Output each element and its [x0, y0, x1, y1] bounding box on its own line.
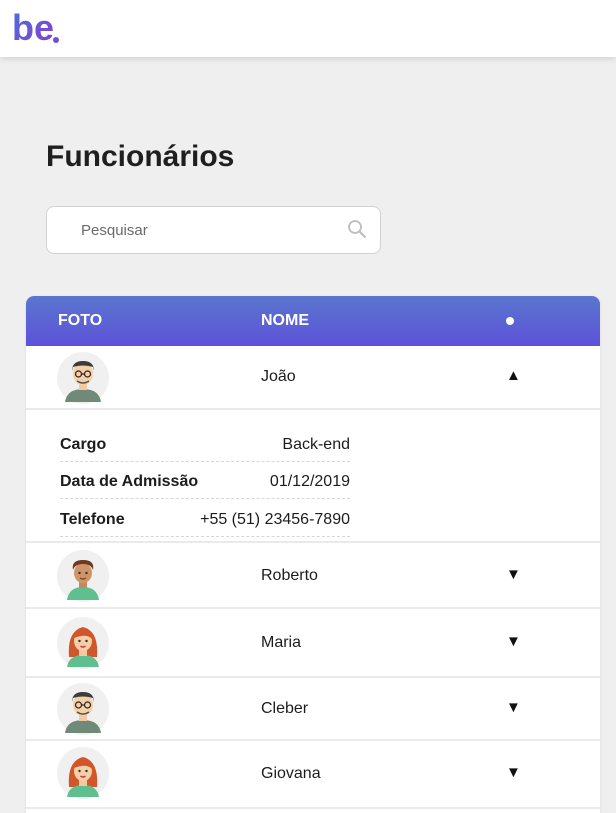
svg-text:be: be: [12, 7, 54, 48]
expand-toggle-icon[interactable]: ▼: [506, 566, 521, 583]
be-logo[interactable]: be: [12, 6, 62, 48]
column-header-nome: NOME: [261, 312, 309, 329]
expand-toggle-icon[interactable]: ▼: [506, 633, 521, 650]
table-row[interactable]: João ▲: [26, 346, 600, 410]
search-box: [46, 206, 381, 254]
detail-telefone: Telefone +55 (51) 23456-7890: [60, 511, 350, 537]
employees-table: FOTO NOME João ▲ Cargo Back-end Data de …: [26, 296, 600, 813]
employee-name: João: [261, 368, 296, 385]
search-icon[interactable]: [347, 219, 367, 239]
column-header-dot-icon: [506, 317, 514, 325]
woman-red-hair-avatar: [57, 617, 109, 669]
table-row[interactable]: Cleber ▼: [26, 678, 600, 741]
employee-details: Cargo Back-end Data de Admissão 01/12/20…: [26, 410, 600, 543]
employee-name: Maria: [261, 634, 302, 651]
expand-toggle-icon[interactable]: ▼: [506, 699, 521, 716]
top-bar: be: [0, 0, 616, 57]
collapse-toggle-icon[interactable]: ▲: [506, 367, 521, 384]
detail-value: 01/12/2019: [269, 473, 350, 490]
detail-value: Back-end: [282, 436, 350, 453]
man-glasses-avatar: [57, 683, 109, 735]
page-title: Funcionários: [46, 140, 235, 173]
employee-name: Cleber: [261, 700, 309, 717]
detail-label: Data de Admissão: [60, 473, 199, 490]
detail-admissao: Data de Admissão 01/12/2019: [60, 473, 350, 499]
expand-toggle-icon[interactable]: ▼: [506, 764, 521, 781]
employee-name: Roberto: [261, 567, 318, 584]
employee-name: Giovana: [261, 765, 321, 782]
detail-label: Cargo: [60, 436, 107, 453]
search-input[interactable]: [81, 219, 331, 241]
man-curly-avatar: [57, 550, 109, 602]
table-row[interactable]: Roberto ▼: [26, 543, 600, 609]
table-row[interactable]: Maria ▼: [26, 609, 600, 678]
detail-cargo: Cargo Back-end: [60, 436, 350, 462]
table-header: FOTO NOME: [26, 296, 600, 346]
table-row[interactable]: Giovana ▼: [26, 741, 600, 809]
woman-red-hair-avatar: [57, 747, 109, 799]
detail-label: Telefone: [60, 511, 125, 528]
man-glasses-avatar: [57, 352, 109, 404]
column-header-foto: FOTO: [58, 312, 103, 329]
detail-value: +55 (51) 23456-7890: [200, 511, 350, 528]
